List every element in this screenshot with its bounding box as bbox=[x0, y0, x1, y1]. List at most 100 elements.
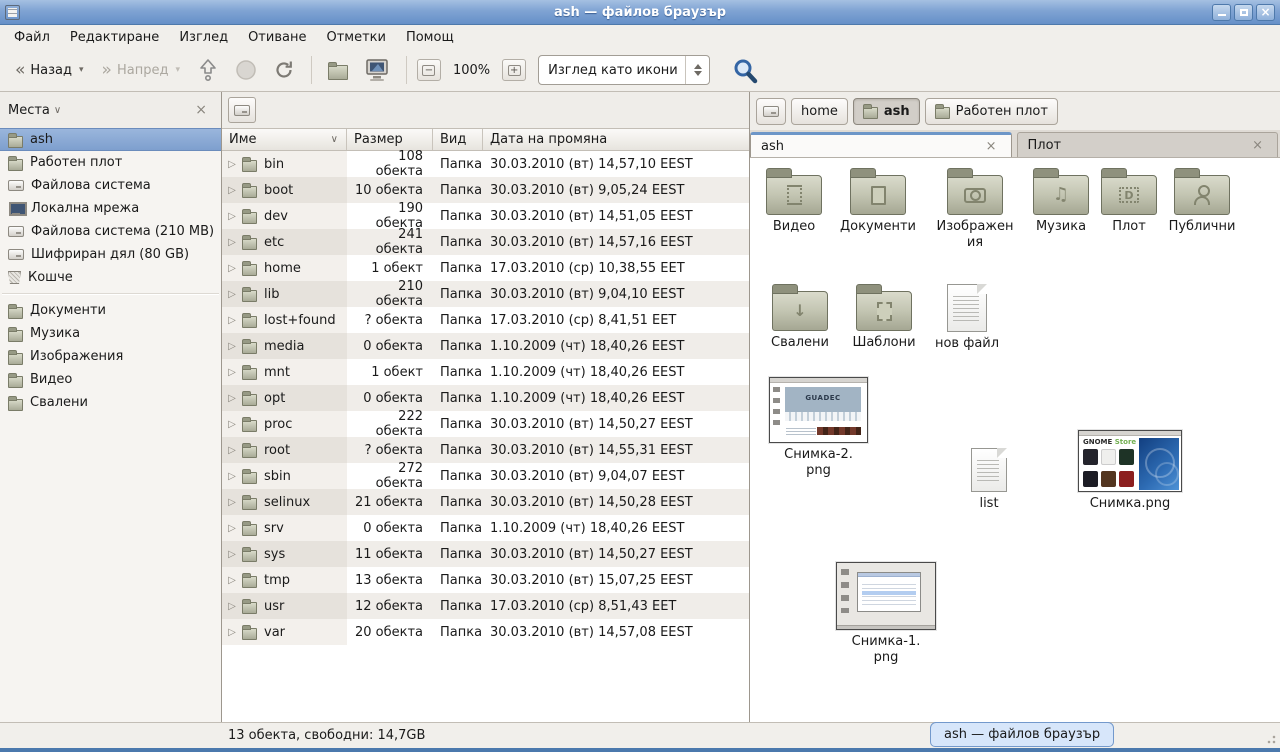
expander-icon[interactable]: ▷ bbox=[222, 341, 242, 352]
file-item-list[interactable]: list bbox=[952, 444, 1026, 512]
menu-help[interactable]: Помощ bbox=[396, 27, 464, 48]
expander-icon[interactable]: ▷ bbox=[222, 237, 242, 248]
folder-item-video[interactable]: Видео bbox=[758, 166, 830, 235]
up-button[interactable] bbox=[191, 54, 225, 86]
sidebar-item-pictures[interactable]: Изображения bbox=[0, 345, 221, 368]
expander-icon[interactable]: ▷ bbox=[222, 627, 242, 638]
tab-close-icon[interactable]: × bbox=[1248, 138, 1267, 153]
expander-icon[interactable]: ▷ bbox=[222, 575, 242, 586]
expander-icon[interactable]: ▷ bbox=[222, 497, 242, 508]
maximize-button[interactable] bbox=[1234, 4, 1253, 21]
close-button[interactable]: × bbox=[1256, 4, 1275, 21]
view-mode-select[interactable]: Изглед като икони bbox=[538, 55, 710, 85]
file-item-snimka1[interactable]: Снимка-1. png bbox=[834, 562, 938, 666]
table-row[interactable]: ▷ lost+found ? обекта Папка 17.03.2010 (… bbox=[222, 307, 749, 333]
sidebar-item-desktop[interactable]: Работен плот bbox=[0, 151, 221, 174]
reload-button[interactable] bbox=[267, 55, 301, 85]
menu-edit[interactable]: Редактиране bbox=[60, 27, 169, 48]
home-button[interactable] bbox=[322, 57, 354, 84]
folder-item-templates[interactable]: Шаблони bbox=[845, 282, 923, 351]
sidebar-item-filesystem[interactable]: Файлова система bbox=[0, 174, 221, 197]
expander-icon[interactable]: ▷ bbox=[222, 419, 242, 430]
breadcrumb-home-button[interactable]: home bbox=[791, 98, 848, 125]
expander-icon[interactable]: ▷ bbox=[222, 289, 242, 300]
file-item-snimka2[interactable]: GUADEC Снимка-2. png bbox=[768, 377, 869, 479]
view-mode-spinner[interactable] bbox=[685, 56, 709, 84]
sidebar-close-button[interactable]: × bbox=[189, 100, 213, 120]
sidebar-item-documents[interactable]: Документи bbox=[0, 299, 221, 322]
stop-button[interactable] bbox=[229, 55, 263, 85]
sidebar-item-home[interactable]: ash bbox=[0, 128, 221, 151]
sidebar-item-downloads[interactable]: Свалени bbox=[0, 391, 221, 414]
menu-go[interactable]: Отиване bbox=[238, 27, 316, 48]
column-header-date[interactable]: Дата на промяна bbox=[483, 129, 749, 150]
table-row[interactable]: ▷ home 1 обект Папка 17.03.2010 (ср) 10,… bbox=[222, 255, 749, 281]
forward-dropdown-icon[interactable]: ▾ bbox=[175, 65, 180, 75]
resize-grip[interactable] bbox=[1264, 732, 1276, 744]
folder-item-public[interactable]: Публични bbox=[1160, 166, 1244, 235]
file-item-snimka[interactable]: GNOME Store Снимка.png bbox=[1076, 430, 1184, 512]
table-row[interactable]: ▷ boot 10 обекта Папка 30.03.2010 (вт) 9… bbox=[222, 177, 749, 203]
table-row[interactable]: ▷ srv 0 обекта Папка 1.10.2009 (чт) 18,4… bbox=[222, 515, 749, 541]
menu-bookmarks[interactable]: Отметки bbox=[316, 27, 395, 48]
breadcrumb-desktop-button[interactable]: Работен плот bbox=[925, 98, 1058, 125]
search-button[interactable] bbox=[726, 53, 765, 88]
table-row[interactable]: ▷ lib 210 обекта Папка 30.03.2010 (вт) 9… bbox=[222, 281, 749, 307]
menu-view[interactable]: Изглед bbox=[169, 27, 238, 48]
table-row[interactable]: ▷ mnt 1 обект Папка 1.10.2009 (чт) 18,40… bbox=[222, 359, 749, 385]
column-header-name[interactable]: Име ∨ bbox=[222, 129, 347, 150]
zoom-in-button[interactable]: + bbox=[502, 59, 526, 81]
back-dropdown-icon[interactable]: ▾ bbox=[79, 65, 84, 75]
table-row[interactable]: ▷ dev 190 обекта Папка 30.03.2010 (вт) 1… bbox=[222, 203, 749, 229]
expander-icon[interactable]: ▷ bbox=[222, 549, 242, 560]
computer-button[interactable] bbox=[358, 54, 396, 86]
expander-icon[interactable]: ▷ bbox=[222, 601, 242, 612]
folder-item-documents[interactable]: Документи bbox=[834, 166, 922, 235]
expander-icon[interactable]: ▷ bbox=[222, 393, 242, 404]
titlebar[interactable]: ash — файлов браузър × bbox=[0, 0, 1280, 25]
table-row[interactable]: ▷ root ? обекта Папка 30.03.2010 (вт) 14… bbox=[222, 437, 749, 463]
file-item-new-file[interactable]: нов файл bbox=[928, 280, 1006, 352]
table-row[interactable]: ▷ sys 11 обекта Папка 30.03.2010 (вт) 14… bbox=[222, 541, 749, 567]
table-row[interactable]: ▷ media 0 обекта Папка 1.10.2009 (чт) 18… bbox=[222, 333, 749, 359]
folder-item-music[interactable]: ♫ Музика bbox=[1026, 166, 1096, 235]
menu-file[interactable]: Файл bbox=[4, 27, 60, 48]
expander-icon[interactable]: ▷ bbox=[222, 159, 242, 170]
sidebar-title-select[interactable]: Места ∨ bbox=[8, 103, 61, 118]
sidebar-item-trash[interactable]: Кошче bbox=[0, 266, 221, 289]
zoom-out-button[interactable]: − bbox=[417, 59, 441, 81]
folder-item-pictures[interactable]: Изображен ия bbox=[930, 166, 1020, 251]
table-row[interactable]: ▷ bin 108 обекта Папка 30.03.2010 (вт) 1… bbox=[222, 151, 749, 177]
table-row[interactable]: ▷ selinux 21 обекта Папка 30.03.2010 (вт… bbox=[222, 489, 749, 515]
forward-button[interactable]: » Напред ▾ bbox=[95, 58, 187, 83]
table-row[interactable]: ▷ usr 12 обекта Папка 17.03.2010 (ср) 8,… bbox=[222, 593, 749, 619]
breadcrumb-root-button[interactable] bbox=[756, 98, 786, 125]
column-header-type[interactable]: Вид bbox=[433, 129, 483, 150]
table-row[interactable]: ▷ tmp 13 обекта Папка 30.03.2010 (вт) 15… bbox=[222, 567, 749, 593]
expander-icon[interactable]: ▷ bbox=[222, 471, 242, 482]
expander-icon[interactable]: ▷ bbox=[222, 315, 242, 326]
folder-item-downloads[interactable]: ↓ Свалени bbox=[764, 282, 836, 351]
expander-icon[interactable]: ▷ bbox=[222, 367, 242, 378]
expander-icon[interactable]: ▷ bbox=[222, 211, 242, 222]
table-row[interactable]: ▷ opt 0 обекта Папка 1.10.2009 (чт) 18,4… bbox=[222, 385, 749, 411]
table-row[interactable]: ▷ etc 241 обекта Папка 30.03.2010 (вт) 1… bbox=[222, 229, 749, 255]
back-button[interactable]: « Назад ▾ bbox=[8, 58, 91, 83]
sidebar-item-network[interactable]: Локална мрежа bbox=[0, 197, 221, 220]
breadcrumb-ash-button[interactable]: ash bbox=[853, 98, 920, 125]
minimize-button[interactable] bbox=[1212, 4, 1231, 21]
sidebar-item-encrypted-80gb[interactable]: Шифриран дял (80 GB) bbox=[0, 243, 221, 266]
folder-item-desktop[interactable]: D Плот bbox=[1098, 166, 1160, 235]
tab-ash[interactable]: ash × bbox=[750, 132, 1012, 157]
table-row[interactable]: ▷ proc 222 обекта Папка 30.03.2010 (вт) … bbox=[222, 411, 749, 437]
sidebar-item-music[interactable]: Музика bbox=[0, 322, 221, 345]
expander-icon[interactable]: ▷ bbox=[222, 523, 242, 534]
expander-icon[interactable]: ▷ bbox=[222, 263, 242, 274]
tab-close-icon[interactable]: × bbox=[982, 139, 1001, 154]
expander-icon[interactable]: ▷ bbox=[222, 185, 242, 196]
table-row[interactable]: ▷ var 20 обекта Папка 30.03.2010 (вт) 14… bbox=[222, 619, 749, 645]
icon-grid[interactable]: Видео Документи Изображен ия ♫ Музика D … bbox=[750, 158, 1280, 722]
sidebar-item-filesystem-210mb[interactable]: Файлова система (210 MB) bbox=[0, 220, 221, 243]
column-header-size[interactable]: Размер bbox=[347, 129, 433, 150]
sidebar-item-video[interactable]: Видео bbox=[0, 368, 221, 391]
